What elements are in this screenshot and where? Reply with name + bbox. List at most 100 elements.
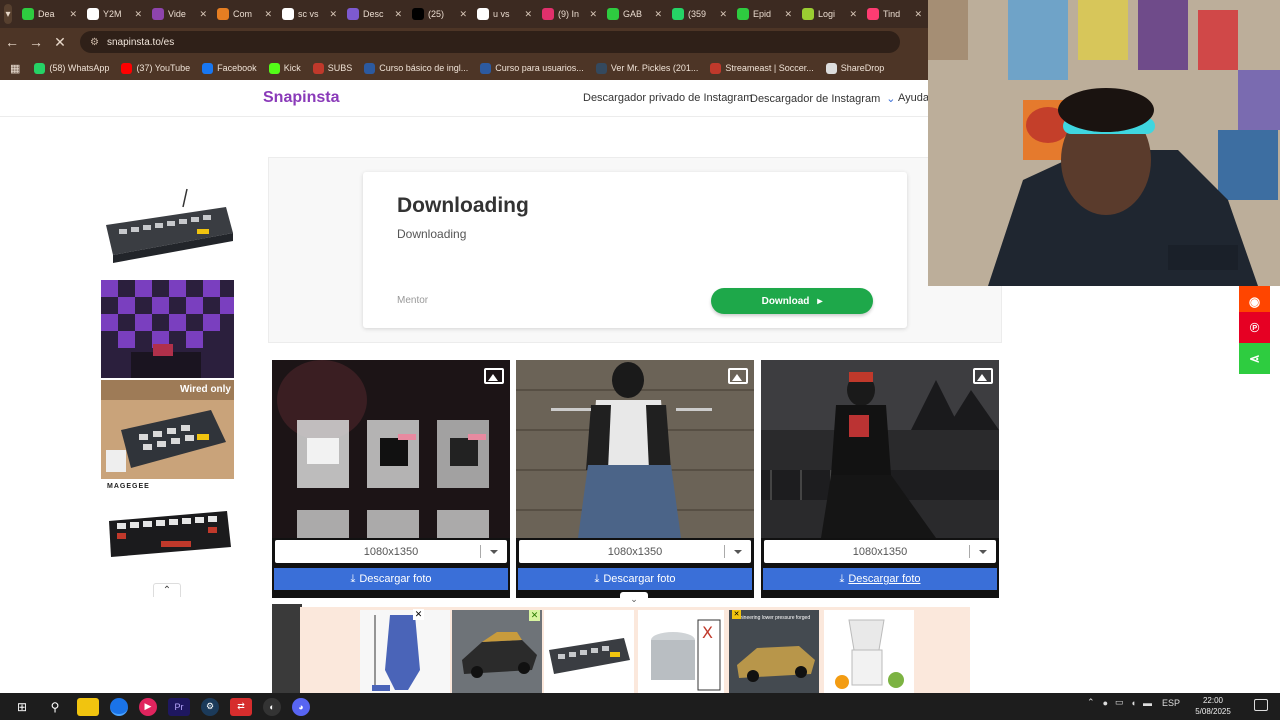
tray-chevron-up-icon[interactable]: ⌃: [1087, 697, 1095, 708]
ad-keyboard[interactable]: [544, 610, 634, 693]
browser-tab[interactable]: Vide ✕: [148, 3, 213, 25]
browser-tab[interactable]: u vs ✕: [473, 3, 538, 25]
browser-tab[interactable]: Tind ✕: [863, 3, 928, 25]
bookmark-item[interactable]: Streameast | Soccer...: [710, 62, 814, 74]
nav-private-downloader[interactable]: Descargador privado de Instagram: [583, 92, 752, 104]
ad-info-icon[interactable]: ✕: [732, 610, 741, 619]
clock[interactable]: 22:00 5/08/2025: [1188, 695, 1238, 717]
chrome-icon[interactable]: [110, 697, 128, 716]
browser-tab[interactable]: Y2M ✕: [83, 3, 148, 25]
browser-tab[interactable]: Desc ✕: [343, 3, 408, 25]
tab-close-icon[interactable]: ✕: [264, 9, 272, 20]
app-icon[interactable]: ◐: [263, 697, 281, 716]
browser-tab[interactable]: Epid ✕: [733, 3, 798, 25]
bookmark-item[interactable]: Curso para usuarios...: [480, 62, 584, 74]
resolution-select-2[interactable]: 1080x1350: [519, 540, 751, 563]
back-arrow-icon[interactable]: ←: [0, 34, 24, 50]
windows-start-icon[interactable]: ⊞: [11, 698, 33, 716]
bookmark-item[interactable]: Curso básico de ingl...: [364, 62, 468, 74]
search-icon[interactable]: ⚲: [44, 698, 66, 716]
bookmark-item[interactable]: (58) WhatsApp: [34, 62, 109, 74]
ad-collapse-chevron-up-icon[interactable]: ⌃: [153, 583, 181, 597]
browser-tab[interactable]: (359 ✕: [668, 3, 733, 25]
share-icon[interactable]: ⋖: [1239, 343, 1270, 374]
file-explorer-icon[interactable]: [77, 697, 99, 716]
premiere-icon[interactable]: Pr: [168, 697, 190, 716]
ad-keyboard-1[interactable]: [101, 185, 234, 270]
bookmark-item[interactable]: (37) YouTube: [121, 62, 190, 74]
tab-title: Epid: [753, 9, 772, 19]
tab-close-icon[interactable]: ✕: [69, 9, 77, 20]
ad-gloves[interactable]: [360, 610, 450, 693]
download-button[interactable]: Download ▸: [711, 288, 873, 314]
bookmark-item[interactable]: Kick: [268, 62, 301, 74]
strip-collapse-chevron-down-icon[interactable]: ⌄: [620, 592, 648, 607]
resolution-value: 1080x1350: [607, 545, 663, 558]
browser-tab[interactable]: (9) In ✕: [538, 3, 603, 25]
microphone-icon[interactable]: ●: [1103, 698, 1108, 708]
ad-close-icon[interactable]: ✕: [413, 609, 424, 620]
browser-tab[interactable]: Logi ✕: [798, 3, 863, 25]
tab-close-icon[interactable]: ✕: [914, 9, 922, 20]
browser-tab[interactable]: GAB ✕: [603, 3, 668, 25]
tab-close-icon[interactable]: ✕: [134, 9, 142, 20]
ad-juicer[interactable]: [824, 610, 914, 693]
browser-tab[interactable]: sc vs ✕: [278, 3, 343, 25]
volume-icon[interactable]: ◖: [1131, 698, 1136, 708]
apps-grid-icon[interactable]: ▦: [10, 62, 20, 75]
download-photo-button-3[interactable]: ⤓ Descargar foto: [763, 568, 997, 590]
result-photo-2[interactable]: [516, 360, 754, 538]
bookmark-item[interactable]: ShareDrop: [825, 62, 884, 74]
tab-title: u vs: [493, 9, 510, 19]
tab-favicon-icon: [607, 8, 619, 20]
notification-icon[interactable]: [1254, 699, 1268, 711]
bookmark-item[interactable]: Ver Mr. Pickles (201...: [595, 62, 698, 74]
ad-model-car[interactable]: [452, 610, 542, 693]
network-icon[interactable]: ▭: [1115, 697, 1124, 708]
tab-close-icon[interactable]: ✕: [329, 9, 337, 20]
result-photo-1[interactable]: [272, 360, 510, 538]
forward-arrow-icon[interactable]: →: [24, 34, 48, 50]
tab-close-icon[interactable]: ✕: [589, 9, 597, 20]
ad-acoustic-room[interactable]: [101, 280, 234, 378]
browser-tab[interactable]: Dea ✕: [18, 3, 83, 25]
ad-keyboard-desk[interactable]: Wired only: [101, 380, 234, 479]
resolution-select-3[interactable]: 1080x1350: [764, 540, 996, 563]
bookmark-item[interactable]: SUBS: [312, 62, 352, 74]
site-logo[interactable]: Snapinsta: [263, 89, 339, 107]
url-field[interactable]: ⚙ snapinsta.to/es: [80, 31, 900, 53]
tab-close-icon[interactable]: ✕: [199, 9, 207, 20]
language-indicator[interactable]: ESP: [1162, 698, 1180, 708]
tab-close-icon[interactable]: ✕: [784, 9, 792, 20]
ad-close-icon[interactable]: ✕: [529, 610, 540, 621]
ad-water-fountain[interactable]: X: [638, 610, 724, 693]
nav-help[interactable]: Ayuda: [898, 92, 929, 104]
download-photo-button-2[interactable]: ⤓ Descargar foto: [518, 568, 752, 590]
recorder-icon[interactable]: ⇄: [230, 697, 252, 716]
result-photo-3[interactable]: [761, 360, 999, 538]
tab-search-chevron-icon[interactable]: ▾: [4, 4, 12, 24]
download-photo-button-1[interactable]: ⤓ Descargar foto: [274, 568, 508, 590]
bookmark-item[interactable]: Facebook: [202, 62, 257, 74]
ad-keyboard-magegee[interactable]: MAGEGEE: [101, 481, 234, 581]
download-mentor-label: Mentor: [397, 295, 429, 306]
media-player-icon[interactable]: ▶: [139, 697, 157, 716]
tab-close-icon[interactable]: ✕: [459, 9, 467, 20]
tab-close-icon[interactable]: ✕: [719, 9, 727, 20]
tab-close-icon[interactable]: ✕: [849, 9, 857, 20]
bookmark-label: Facebook: [217, 63, 257, 73]
nav-instagram-downloader[interactable]: Descargador de Instagram ⌄: [750, 92, 896, 105]
pinterest-share-icon[interactable]: ℗: [1239, 312, 1270, 343]
ad-forged-car[interactable]: [729, 610, 819, 693]
site-info-icon[interactable]: ⚙: [90, 37, 99, 48]
stop-loading-icon[interactable]: ✕: [48, 34, 72, 51]
resolution-select-1[interactable]: 1080x1350: [275, 540, 507, 563]
tab-close-icon[interactable]: ✕: [524, 9, 532, 20]
browser-tab[interactable]: (25) ✕: [408, 3, 473, 25]
tab-close-icon[interactable]: ✕: [654, 9, 662, 20]
discord-icon[interactable]: ◕: [292, 697, 310, 716]
browser-tab[interactable]: Com ✕: [213, 3, 278, 25]
steam-icon[interactable]: ⚙: [201, 697, 219, 716]
tab-close-icon[interactable]: ✕: [394, 9, 402, 20]
battery-icon[interactable]: ▬: [1143, 698, 1152, 708]
